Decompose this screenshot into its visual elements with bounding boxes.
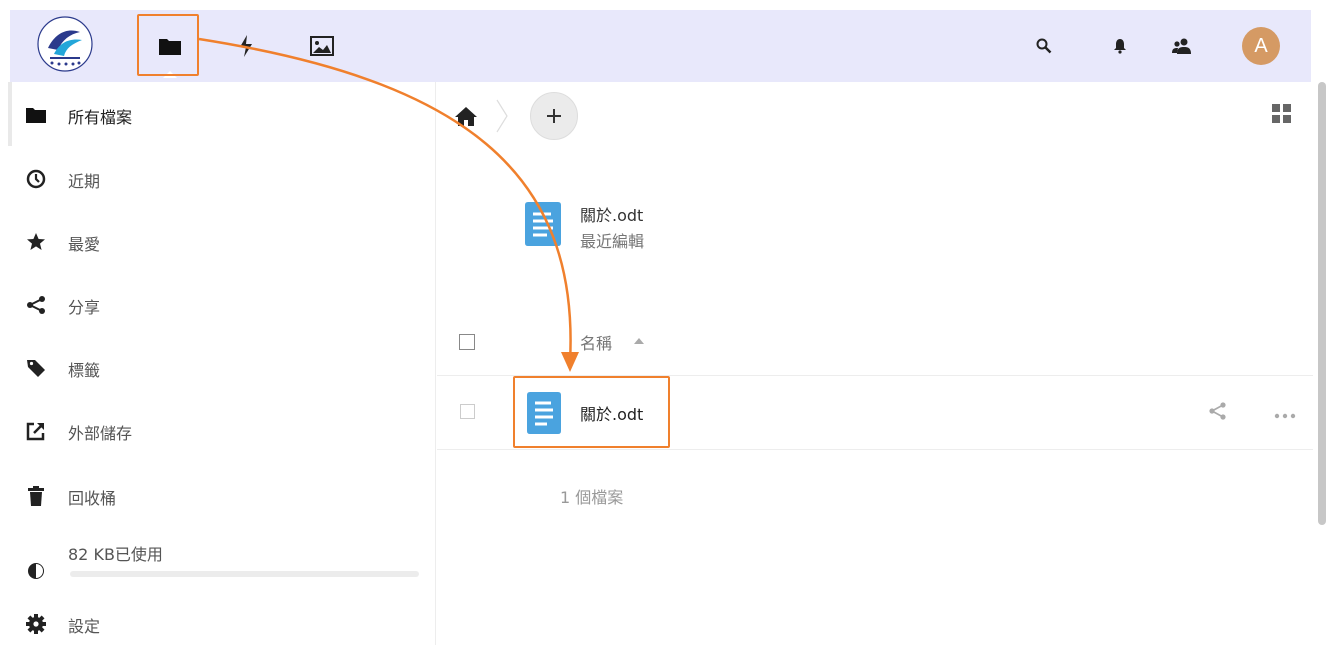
annotation-highlight-file bbox=[513, 376, 670, 448]
contacts-icon[interactable] bbox=[1168, 32, 1196, 60]
share-icon[interactable] bbox=[1208, 401, 1228, 421]
select-all-checkbox[interactable] bbox=[459, 334, 475, 350]
tag-icon bbox=[26, 358, 46, 378]
star-icon bbox=[26, 232, 46, 252]
sidebar-item-external-storage[interactable]: 外部儲存 bbox=[0, 409, 430, 453]
new-file-button[interactable] bbox=[530, 92, 578, 140]
clock-icon bbox=[26, 169, 46, 189]
folder-icon bbox=[26, 105, 46, 125]
settings-label: 設定 bbox=[68, 617, 101, 636]
quota-pie-icon bbox=[26, 561, 46, 581]
breadcrumb-separator bbox=[495, 98, 509, 134]
trash-icon bbox=[26, 486, 46, 506]
search-icon[interactable] bbox=[1030, 32, 1058, 60]
recent-file-card[interactable]: 關於.odt 最近編輯 bbox=[525, 202, 825, 272]
sidebar-item-label: 標籤 bbox=[68, 361, 101, 380]
row-checkbox[interactable] bbox=[460, 404, 475, 419]
annotation-highlight-files-app bbox=[137, 14, 199, 76]
scrollbar[interactable] bbox=[1318, 82, 1326, 525]
name-column-header[interactable]: 名稱 bbox=[580, 330, 612, 354]
grid-view-toggle-icon[interactable] bbox=[1272, 104, 1292, 124]
share-icon bbox=[26, 295, 46, 315]
sidebar-item-favorites[interactable]: 最愛 bbox=[0, 220, 430, 264]
sidebar-settings[interactable]: 設定 bbox=[0, 602, 430, 645]
sidebar-item-all-files[interactable]: 所有檔案 bbox=[0, 93, 430, 137]
activity-app-icon[interactable] bbox=[232, 32, 260, 60]
sidebar-item-label: 近期 bbox=[68, 172, 101, 191]
file-count-summary: 1 個檔案 bbox=[560, 488, 624, 507]
more-actions-icon[interactable] bbox=[1273, 406, 1297, 419]
organization-logo[interactable] bbox=[34, 14, 96, 74]
quota-progress-bar bbox=[70, 571, 419, 577]
user-avatar[interactable]: A bbox=[1242, 27, 1280, 65]
sidebar-item-label: 最愛 bbox=[68, 235, 101, 254]
files-table-header: 名稱 bbox=[437, 318, 1313, 376]
recent-file-name: 關於.odt bbox=[580, 206, 644, 225]
sort-ascending-icon[interactable] bbox=[634, 338, 644, 344]
gallery-app-icon[interactable] bbox=[308, 32, 336, 60]
sidebar-item-shares[interactable]: 分享 bbox=[0, 283, 430, 327]
plus-icon bbox=[547, 109, 561, 123]
recent-file-subtitle: 最近編輯 bbox=[580, 232, 645, 251]
app-navigation: 所有檔案 近期 最愛 分享 標籤 外部儲存 回收桶 82 KB已使用 設定 bbox=[0, 82, 436, 645]
files-main-content: 關於.odt 最近編輯 名稱 關於.odt 1 個檔案 bbox=[437, 82, 1313, 645]
sidebar-item-label: 外部儲存 bbox=[68, 424, 133, 443]
quota-label: 82 KB已使用 bbox=[68, 545, 163, 564]
sidebar-item-trashbin[interactable]: 回收桶 bbox=[0, 474, 430, 518]
notifications-bell-icon[interactable] bbox=[1106, 32, 1134, 60]
sidebar-item-label: 分享 bbox=[68, 298, 101, 317]
sidebar-item-recent[interactable]: 近期 bbox=[0, 157, 430, 201]
sidebar-item-label: 所有檔案 bbox=[68, 108, 133, 127]
gear-icon bbox=[26, 614, 46, 634]
top-header: A bbox=[10, 10, 1311, 82]
document-icon bbox=[525, 202, 561, 246]
external-link-icon bbox=[26, 421, 46, 441]
sidebar-item-label: 回收桶 bbox=[68, 489, 117, 508]
sidebar-item-tags[interactable]: 標籤 bbox=[0, 346, 430, 390]
home-icon[interactable] bbox=[455, 106, 477, 128]
